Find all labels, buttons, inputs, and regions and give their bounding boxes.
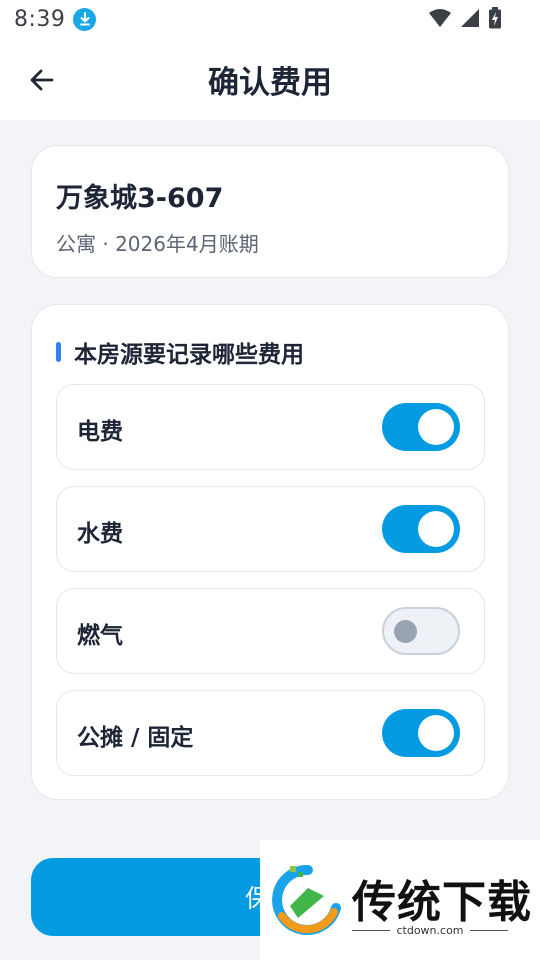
app-header: 确认费用 (0, 38, 540, 120)
fee-row-electricity[interactable]: 电费 (56, 384, 485, 470)
watermark-url-text: ctdown.com (396, 924, 464, 937)
fee-label: 电费 (77, 419, 123, 445)
watermark-brand: 传统下载 (352, 877, 532, 928)
section-title: 本房源要记录哪些费用 (56, 335, 304, 369)
fee-row-gas[interactable]: 燃气 (56, 588, 485, 674)
signal-icon (460, 8, 480, 32)
page-title: 确认费用 (208, 65, 332, 101)
toggle-knob (418, 409, 454, 445)
watermark-logo-icon (272, 864, 341, 935)
screen: 8:39 确认费用 万象城3-607 公寓 · 2026年4月账期 本房源要记录… (0, 0, 540, 960)
fee-row-shared-fixed[interactable]: 公摊 / 固定 (56, 690, 485, 776)
fee-label: 公摊 / 固定 (77, 725, 194, 751)
status-icons (428, 7, 502, 33)
property-card: 万象城3-607 公寓 · 2026年4月账期 (31, 145, 509, 278)
fee-row-water[interactable]: 水费 (56, 486, 485, 572)
watermark: 传统下载 ctdown.com (260, 840, 540, 960)
fee-label: 水费 (77, 521, 123, 547)
electricity-toggle[interactable] (382, 403, 460, 451)
toggle-knob (418, 715, 454, 751)
water-toggle[interactable] (382, 505, 460, 553)
wifi-icon (428, 8, 452, 32)
download-icon (73, 7, 97, 31)
toggle-knob (394, 620, 417, 643)
fee-label: 燃气 (77, 623, 123, 649)
fees-card: 本房源要记录哪些费用 电费 水费 燃气 公摊 / 固定 (31, 304, 509, 800)
battery-charging-icon (488, 7, 502, 33)
watermark-url: ctdown.com (352, 924, 508, 937)
section-accent-bar (56, 342, 61, 362)
property-name: 万象城3-607 (56, 183, 224, 214)
status-bar: 8:39 (0, 0, 540, 38)
toggle-knob (418, 511, 454, 547)
shared-fixed-toggle[interactable] (382, 709, 460, 757)
gas-toggle[interactable] (382, 607, 460, 655)
property-subtitle: 公寓 · 2026年4月账期 (56, 232, 259, 256)
status-time: 8:39 (14, 6, 66, 32)
section-title-text: 本房源要记录哪些费用 (74, 342, 304, 368)
